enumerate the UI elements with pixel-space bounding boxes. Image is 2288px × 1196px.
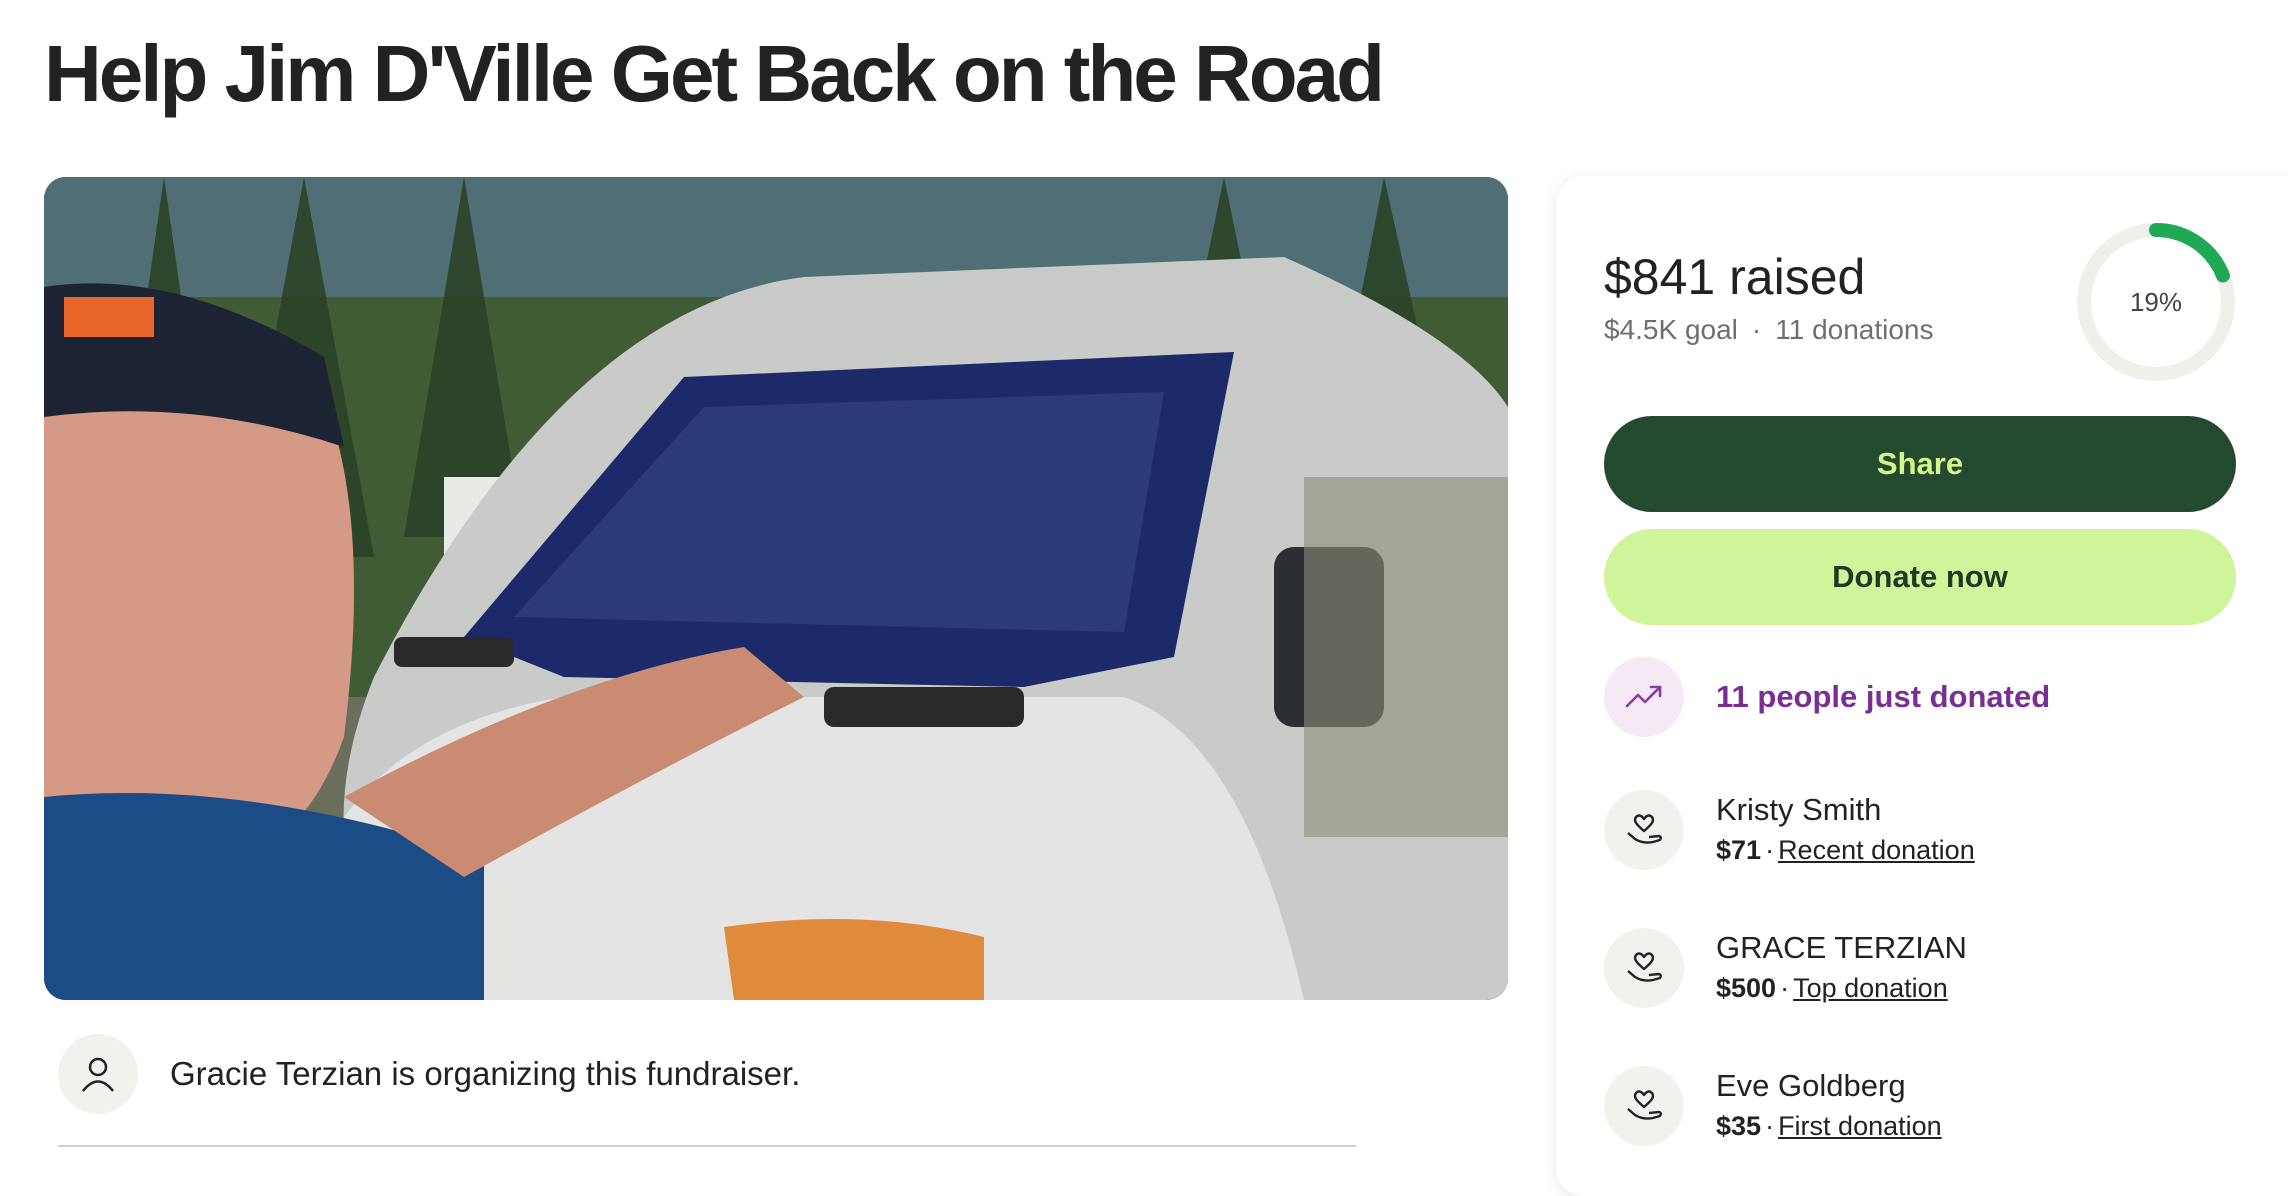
donation-count: 11 donations (1775, 314, 1934, 345)
goal-amount: $4.5K goal (1604, 314, 1738, 345)
donor-amount: $500 (1716, 973, 1777, 1003)
donor-separator: · (1765, 835, 1775, 865)
meta-separator: · (1751, 314, 1762, 345)
donor-item: Eve Goldberg $35 · First donation (1604, 1066, 1942, 1146)
donor-separator: · (1765, 1111, 1775, 1141)
divider (58, 1145, 1356, 1147)
organizer-row: Gracie Terzian is organizing this fundra… (58, 1033, 800, 1115)
donor-amount: $35 (1716, 1111, 1762, 1141)
goal-meta: $4.5K goal · 11 donations (1604, 314, 1934, 346)
donor-name: Kristy Smith (1716, 792, 1882, 827)
page-title: Help Jim D'Ville Get Back on the Road (44, 29, 1385, 118)
heart-hand-icon (1604, 928, 1684, 1008)
trending-up-icon (1604, 657, 1684, 737)
share-button[interactable]: Share (1604, 416, 2236, 512)
campaign-hero-image[interactable] (44, 177, 1508, 1000)
donor-amount: $71 (1716, 835, 1762, 865)
donation-panel: $841 raised $4.5K goal · 11 donations 19% … (1556, 176, 2288, 1196)
organizer-text: Gracie Terzian is organizing this fundra… (170, 1055, 801, 1092)
donor-item: GRACE TERZIAN $500 · Top donation (1604, 928, 1967, 1008)
heart-hand-icon (1604, 790, 1684, 870)
donor-name: GRACE TERZIAN (1716, 930, 1967, 965)
recent-donors-trend[interactable]: 11 people just donated (1604, 657, 2050, 737)
donor-separator: · (1780, 973, 1790, 1003)
recent-donation-link[interactable]: Recent donation (1778, 835, 1975, 865)
heart-hand-icon (1604, 1066, 1684, 1146)
amount-raised: $841 raised (1604, 249, 1866, 305)
trend-text: 11 people just donated (1716, 679, 2051, 714)
progress-percent: 19% (2129, 286, 2183, 317)
donor-name: Eve Goldberg (1716, 1068, 1906, 1103)
top-donation-link[interactable]: Top donation (1793, 973, 1948, 1003)
donor-item: Kristy Smith $71 · Recent donation (1604, 790, 1975, 870)
first-donation-link[interactable]: First donation (1778, 1111, 1942, 1141)
person-icon (58, 1034, 138, 1114)
donate-now-button[interactable]: Donate now (1604, 529, 2236, 625)
hero-photo (44, 177, 1508, 1000)
